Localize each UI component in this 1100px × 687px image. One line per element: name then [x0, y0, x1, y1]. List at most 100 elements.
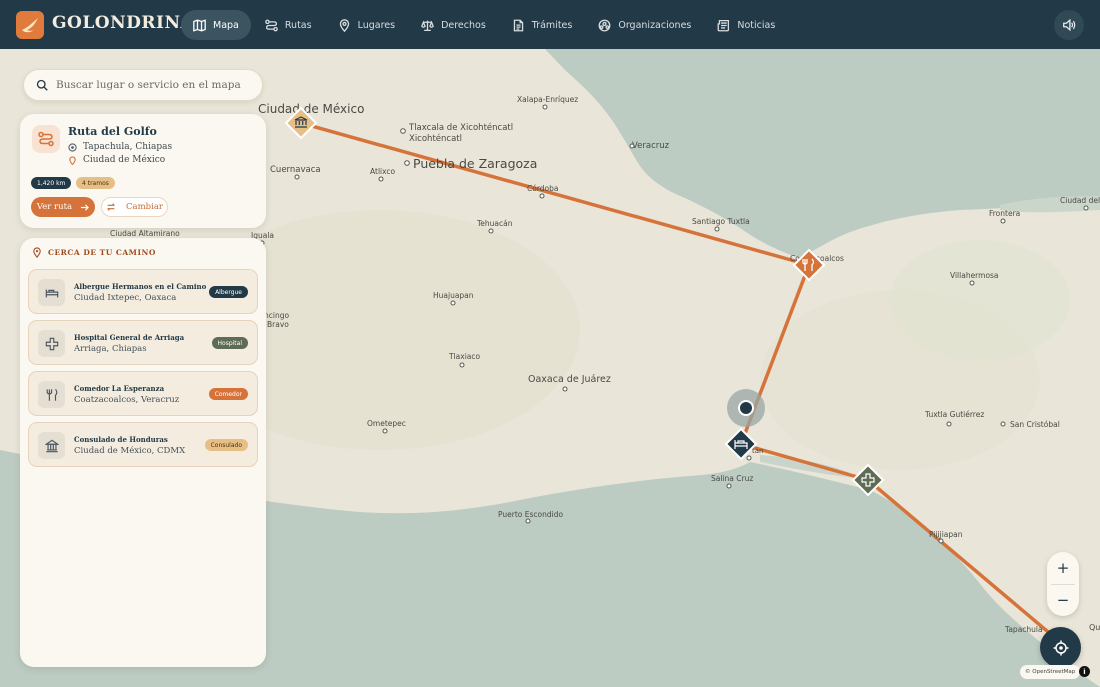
- bank-icon: [38, 432, 65, 459]
- route-destination: Ciudad de México: [68, 155, 165, 165]
- city-label: Ciudad de México: [258, 102, 364, 116]
- nav-item-lugares[interactable]: Lugares: [326, 10, 408, 40]
- info-icon[interactable]: i: [1079, 666, 1090, 677]
- nav-item-mapa[interactable]: Mapa: [181, 10, 251, 40]
- arrow-right-icon: [80, 203, 90, 211]
- nav-item-label: Organizaciones: [618, 19, 692, 31]
- place-location: Coatzacoalcos, Veracruz: [74, 395, 180, 405]
- route-icon: [32, 125, 60, 153]
- city-label: Ciudad del C: [1060, 196, 1100, 205]
- zoom-control: + −: [1047, 552, 1079, 616]
- view-route-button[interactable]: Ver ruta: [31, 197, 95, 217]
- city-label: Santiago Tuxtla: [692, 217, 750, 226]
- city-label: tán: [752, 447, 763, 455]
- list-item[interactable]: Hospital General de Arriaga Arriaga, Chi…: [28, 320, 258, 365]
- audio-button[interactable]: [1054, 10, 1084, 40]
- destination-pin-icon: [69, 155, 76, 165]
- news-icon: [717, 19, 730, 31]
- city-label: Villahermosa: [950, 271, 999, 280]
- nav-item-rutas[interactable]: Rutas: [253, 10, 324, 40]
- place-location: Ciudad Ixtepec, Oaxaca: [74, 293, 177, 303]
- nav-item-label: Noticias: [737, 19, 776, 31]
- search-input[interactable]: [56, 79, 256, 91]
- search-bar: [23, 69, 263, 101]
- nearby-panel: CERCA DE TU CAMINO Albergue Hermanos en …: [20, 238, 266, 667]
- city-label: Bravo: [267, 320, 289, 329]
- city-label: ncingo: [264, 311, 289, 320]
- list-item[interactable]: Consulado de Honduras Ciudad de México, …: [28, 422, 258, 467]
- nav-item-label: Mapa: [213, 19, 239, 31]
- city-label: Xicohténcatl: [409, 133, 462, 144]
- logo[interactable]: [16, 11, 44, 39]
- route-card: Ruta del Golfo Tapachula, Chiapas Ciudad…: [20, 114, 266, 228]
- nav-item-organizaciones[interactable]: Organizaciones: [586, 10, 703, 40]
- city-label: Ometepec: [367, 419, 406, 428]
- top-navigation-bar: GOLONDRINAS Mapa Rutas Lugares Derechos …: [0, 0, 1100, 49]
- nav-item-derechos[interactable]: Derechos: [409, 10, 498, 40]
- city-label: Oaxaca de Juárez: [528, 374, 611, 385]
- cross-icon: [38, 330, 65, 357]
- city-label: Veracruz: [632, 141, 670, 151]
- place-tag: Consulado: [204, 439, 248, 451]
- crosshair-icon: [1053, 640, 1068, 655]
- scale-icon: [421, 19, 435, 31]
- zoom-in-button[interactable]: +: [1047, 552, 1079, 584]
- city-label: Atlixco: [370, 167, 396, 176]
- search-icon: [36, 79, 48, 91]
- city-label: Ciudad Altamirano: [110, 229, 180, 238]
- place-name: Consulado de Honduras: [74, 435, 168, 444]
- place-location: Arriaga, Chiapas: [74, 344, 147, 354]
- map-icon: [193, 18, 206, 32]
- route-title: Ruta del Golfo: [68, 125, 157, 138]
- place-tag: Comedor: [208, 388, 248, 400]
- document-icon: [513, 19, 524, 31]
- main-nav: Mapa Rutas Lugares Derechos Trámites Org…: [181, 10, 787, 40]
- city-label: Qu: [1089, 623, 1100, 632]
- nav-item-label: Lugares: [357, 19, 396, 31]
- nav-item-label: Rutas: [284, 19, 312, 31]
- pin-icon: [33, 247, 41, 258]
- nav-item-label: Trámites: [531, 19, 573, 31]
- city-label: San Cristóbal: [1010, 420, 1060, 429]
- change-route-button[interactable]: Cambiar: [101, 197, 168, 217]
- city-label: Puebla de Zaragoza: [413, 156, 537, 171]
- nav-item-tramites[interactable]: Trámites: [500, 10, 585, 40]
- city-label: Frontera: [989, 209, 1020, 218]
- change-route-label: Cambiar: [126, 202, 163, 212]
- place-location: Ciudad de México, CDMX: [74, 446, 186, 456]
- swallow-icon: [22, 18, 38, 33]
- route-destination-text: Ciudad de México: [83, 155, 166, 165]
- bed-icon: [38, 279, 65, 306]
- zoom-divider: [1051, 584, 1075, 585]
- map-attribution[interactable]: © OpenStreetMap: [1020, 665, 1081, 679]
- locate-me-button[interactable]: [1040, 627, 1081, 668]
- marker-current-location: [727, 389, 765, 427]
- city-label: Puerto Escondido: [498, 510, 563, 519]
- nearby-heading-text: CERCA DE TU CAMINO: [48, 248, 156, 257]
- zoom-out-button[interactable]: −: [1047, 584, 1079, 616]
- city-label: Córdoba: [527, 184, 558, 193]
- swap-icon: [107, 203, 115, 211]
- segments-badge: 4 tramos: [76, 177, 115, 189]
- pin-icon: [339, 18, 349, 32]
- nav-item-label: Derechos: [441, 19, 486, 31]
- route-icon: [265, 19, 278, 31]
- list-item[interactable]: Comedor La Esperanza Coatzacoalcos, Vera…: [28, 371, 258, 416]
- list-item[interactable]: Albergue Hermanos en el Camino Ciudad Ix…: [28, 269, 258, 314]
- organizations-icon: [598, 19, 611, 31]
- speaker-icon: [1063, 18, 1076, 32]
- city-label: Tuxtla Gutiérrez: [924, 410, 984, 419]
- place-name: Albergue Hermanos en el Camino: [74, 282, 207, 291]
- place-name: Hospital General de Arriaga: [74, 333, 185, 342]
- nearby-heading: CERCA DE TU CAMINO: [32, 247, 156, 258]
- fork-knife-icon: [38, 381, 65, 408]
- city-label: Tlaxcala de Xicohténcatl: [408, 122, 513, 133]
- view-route-label: Ver ruta: [36, 202, 73, 212]
- city-label: Xalapa-Enríquez: [517, 95, 578, 104]
- city-label: Tapachula: [1004, 625, 1043, 634]
- nav-item-noticias[interactable]: Noticias: [705, 10, 787, 40]
- place-name: Comedor La Esperanza: [74, 384, 165, 393]
- origin-icon: [68, 142, 77, 152]
- place-tag: Albergue: [209, 286, 248, 298]
- place-tag: Hospital: [211, 337, 248, 349]
